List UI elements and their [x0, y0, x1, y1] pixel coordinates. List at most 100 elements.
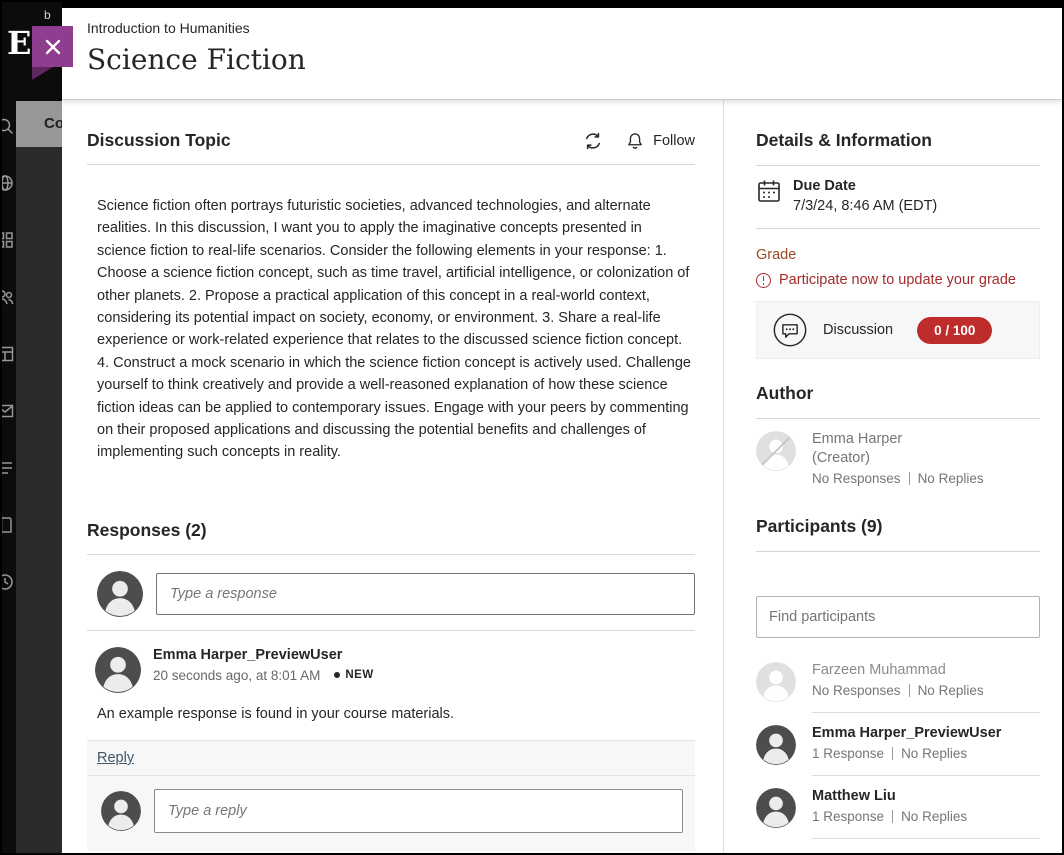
grade-item-label: Discussion: [823, 322, 893, 338]
divider: [756, 165, 1040, 166]
brand-logo-letter: E: [7, 24, 31, 62]
response-input[interactable]: [156, 573, 695, 615]
author-name: Emma Harper: [812, 431, 984, 447]
author-responses-count: No Responses: [812, 471, 901, 486]
page-root: b E Co Introduction to Humanities Scienc…: [0, 0, 1064, 855]
refresh-button[interactable]: [583, 131, 603, 151]
discussion-icon: [771, 311, 809, 349]
participant-stats: 1 Response No Replies: [812, 746, 1040, 761]
participant-stats: 1 Response No Replies: [812, 809, 1040, 824]
divider: [756, 551, 1040, 552]
reply-composer: [87, 776, 695, 851]
response-header: Emma Harper_PreviewUser 20 seconds ago, …: [95, 647, 695, 693]
response-timestamp: 20 seconds ago, at 8:01 AM: [153, 668, 320, 683]
close-icon: [44, 38, 62, 56]
participant-responses-count: 1 Response: [812, 746, 884, 761]
participant-info: Farzeen Muhammad No Responses No Replies: [812, 662, 1040, 713]
people-icon: [2, 287, 15, 307]
author-replies-count: No Replies: [918, 471, 984, 486]
participants-heading: Participants (9): [756, 516, 1040, 537]
discussion-prompt-text: Science fiction often portrays futuristi…: [97, 195, 695, 464]
participant-replies-count: No Replies: [918, 683, 984, 698]
underlay-nav-icons: [2, 116, 15, 592]
mail-icon: [2, 401, 15, 421]
participant-info: Emma Harper_PreviewUser 1 Response No Re…: [812, 725, 1040, 776]
divider: [756, 418, 1040, 419]
discussion-topic-header: Discussion Topic: [87, 130, 695, 151]
divider: [87, 164, 695, 165]
author-avatar: [756, 431, 796, 471]
participant-row[interactable]: Farzeen Muhammad No Responses No Replies: [756, 650, 1040, 713]
participant-row[interactable]: Emma Harper_PreviewUser 1 Response No Re…: [756, 713, 1040, 776]
reply-input[interactable]: [154, 789, 683, 833]
participant-avatar: [756, 662, 796, 702]
discussion-panel: Introduction to Humanities Science Ficti…: [62, 8, 1062, 853]
grade-warning-text: Participate now to update your grade: [779, 272, 1016, 288]
participant-avatar: [756, 725, 796, 765]
participant-name: Emma Harper_PreviewUser: [812, 725, 1040, 741]
response-author-block: Emma Harper_PreviewUser 20 seconds ago, …: [153, 647, 374, 693]
list-icon: [2, 458, 15, 478]
discussion-main-column: Discussion Topic: [62, 100, 723, 853]
response-composer: [97, 571, 695, 617]
grade-summary-box: Discussion 0 / 100: [756, 301, 1040, 359]
discussion-topic-heading: Discussion Topic: [87, 130, 231, 151]
underlay-partial-text: b: [44, 8, 51, 22]
due-date-value: 7/3/24, 8:46 AM (EDT): [793, 198, 937, 214]
reply-bar: Reply: [87, 741, 695, 776]
participants-list: Farzeen Muhammad No Responses No Replies: [756, 650, 1040, 839]
participant-row[interactable]: Matthew Liu 1 Response No Replies: [756, 776, 1040, 839]
refresh-icon: [583, 131, 603, 151]
stat-divider: [892, 810, 893, 823]
stat-divider: [892, 747, 893, 760]
underlay-dimmed-content: [16, 147, 62, 853]
calendar-icon: [756, 178, 782, 204]
search-icon: [2, 116, 15, 136]
due-date-block: Due Date 7/3/24, 8:46 AM (EDT): [793, 178, 937, 214]
grade-warning-icon: [756, 273, 771, 288]
stat-divider: [909, 684, 910, 697]
response-item: Emma Harper_PreviewUser 20 seconds ago, …: [87, 631, 695, 722]
author-heading: Author: [756, 383, 1040, 404]
participant-responses-count: 1 Response: [812, 809, 884, 824]
participant-stats: No Responses No Replies: [812, 683, 1040, 698]
details-heading: Details & Information: [756, 130, 1040, 151]
author-info: Emma Harper (Creator) No Responses No Re…: [812, 431, 984, 486]
author-role: (Creator): [812, 450, 984, 466]
reply-section: Reply: [87, 740, 695, 851]
participant-name: Matthew Liu: [812, 788, 1040, 804]
follow-label: Follow: [653, 133, 695, 149]
details-sidebar: Details & Information Due Date 7/3/24, 8…: [723, 100, 1062, 853]
new-indicator: [334, 672, 340, 678]
panel-header: Introduction to Humanities Science Ficti…: [62, 8, 1062, 100]
close-button[interactable]: [32, 26, 73, 67]
participant-avatar: [756, 788, 796, 828]
page-title: Science Fiction: [87, 43, 1042, 76]
current-user-avatar: [101, 791, 141, 831]
underlay-tab-band: Co: [16, 101, 62, 147]
underlay-tab-content: Co: [44, 115, 62, 132]
background-app-strip: b E Co: [2, 2, 62, 853]
response-body-text: An example response is found in your cou…: [97, 706, 695, 722]
participant-responses-count: No Responses: [812, 683, 901, 698]
response-meta: 20 seconds ago, at 8:01 AM NEW: [153, 668, 374, 683]
table-icon: [2, 344, 15, 364]
book-icon: [2, 515, 15, 535]
author-row: Emma Harper (Creator) No Responses No Re…: [756, 431, 1040, 486]
participant-name: Farzeen Muhammad: [812, 662, 1040, 678]
divider: [87, 554, 695, 555]
participant-info: Matthew Liu 1 Response No Replies: [812, 788, 1040, 839]
bell-icon: [625, 131, 645, 151]
current-user-avatar: [97, 571, 143, 617]
panel-body: Discussion Topic: [62, 100, 1062, 853]
participant-replies-count: No Replies: [901, 809, 967, 824]
response-author-avatar: [95, 647, 141, 693]
clock-icon: [2, 572, 15, 592]
responses-heading: Responses (2): [87, 520, 695, 541]
find-participants-input[interactable]: [756, 596, 1040, 638]
close-button-ribbon-fold: [32, 67, 53, 80]
reply-link[interactable]: Reply: [97, 750, 134, 766]
new-badge: NEW: [345, 669, 373, 681]
follow-button[interactable]: Follow: [625, 131, 695, 151]
divider: [756, 228, 1040, 229]
